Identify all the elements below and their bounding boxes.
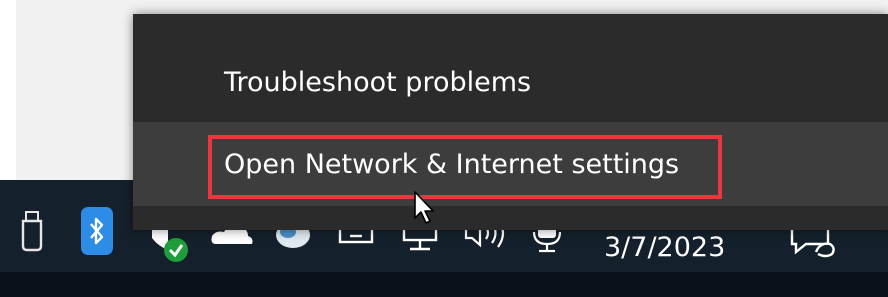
menu-item-label: Open Network & Internet settings	[224, 148, 680, 180]
usb-icon[interactable]	[20, 210, 44, 252]
mouse-pointer-icon	[413, 190, 437, 226]
menu-item-label: Troubleshoot problems	[224, 66, 532, 98]
taskbar-date[interactable]: 3/7/2023	[604, 232, 725, 263]
bluetooth-icon[interactable]	[81, 207, 113, 255]
taskbar-bottom-edge	[0, 272, 888, 297]
menu-item-open-network-settings[interactable]: Open Network & Internet settings	[133, 122, 888, 206]
menu-item-troubleshoot[interactable]: Troubleshoot problems	[133, 40, 888, 124]
network-context-menu: Troubleshoot problems Open Network & Int…	[133, 14, 888, 230]
